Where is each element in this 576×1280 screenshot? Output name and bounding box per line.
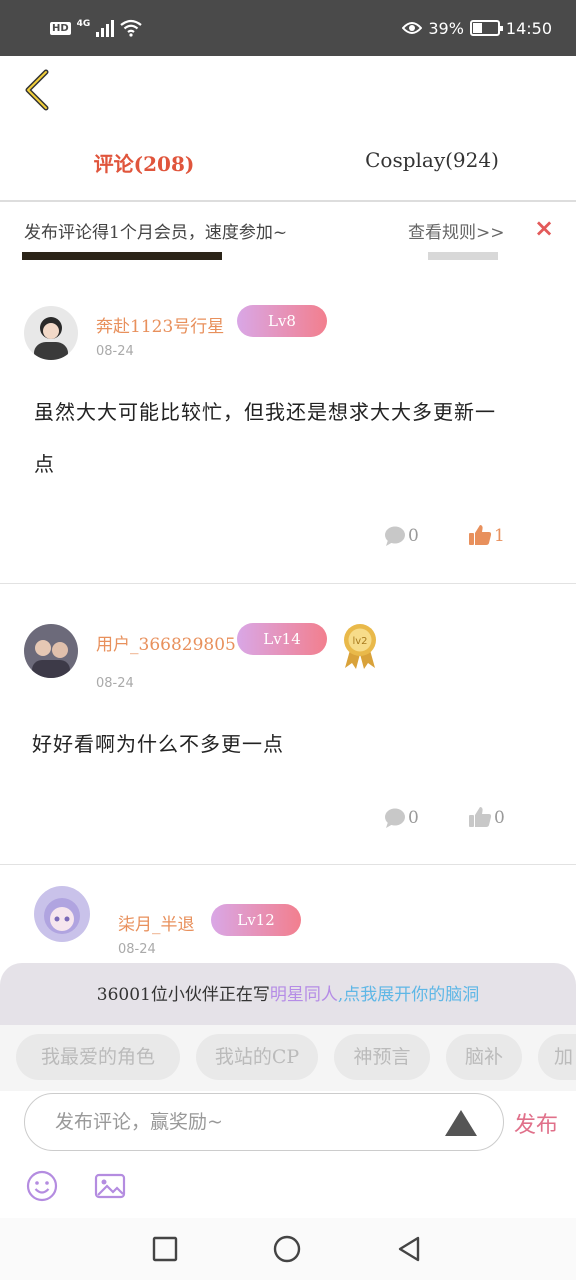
recents-square-icon[interactable] <box>150 1234 180 1264</box>
reply-count: 0 <box>408 526 419 546</box>
topic-chip[interactable]: 我站的CP <box>196 1034 318 1080</box>
prompt-prefix: 36001位小伙伴正在写 <box>96 985 270 1005</box>
username[interactable]: 柒月_半退 <box>118 910 195 935</box>
emoji-button[interactable] <box>26 1170 58 1202</box>
inspiration-prompt[interactable]: 36001位小伙伴正在写明星同人,点我展开你的脑洞 <box>0 963 576 1025</box>
network-type: 4G <box>76 19 91 29</box>
eye-icon <box>402 22 423 34</box>
comment-bubble-icon <box>385 526 405 546</box>
image-button[interactable] <box>94 1170 126 1202</box>
home-circle-icon[interactable] <box>272 1234 302 1264</box>
clock: 14:50 <box>505 18 552 38</box>
wifi-icon <box>120 19 143 37</box>
topic-chips: 我最爱的角色 我站的CP 神预言 脑补 加 <box>0 1025 576 1091</box>
reply-button[interactable]: 0 <box>384 526 419 546</box>
chevron-left-icon <box>25 69 49 111</box>
medal-label: lv2 <box>352 636 367 647</box>
like-button[interactable]: 1 <box>468 524 505 546</box>
comment-text-line: 点 <box>34 452 55 476</box>
comment-item: 柒月_半退 Lv12 08-24 <box>0 866 576 964</box>
comment-date: 08-24 <box>118 942 156 957</box>
comment-text-line: 虽然大大可能比较忙，但我还是想求大大多更新一 <box>34 400 496 424</box>
comment-item: 奔赴1123号行星 Lv8 08-24 虽然大大可能比较忙，但我还是想求大大多更… <box>0 262 576 584</box>
level-badge: Lv8 <box>237 305 327 337</box>
banner-image-right <box>428 252 498 260</box>
reply-count: 0 <box>408 808 419 828</box>
like-count: 1 <box>494 526 505 546</box>
tab-cosplay[interactable]: Cosplay(924) <box>288 130 576 200</box>
comment-text: 好好看啊为什么不多更一点 <box>32 718 284 770</box>
back-triangle-icon[interactable] <box>394 1234 424 1264</box>
comment-input-box[interactable] <box>24 1093 504 1151</box>
view-rules-link[interactable]: 查看规则>> <box>408 218 505 243</box>
battery-percent: 39% <box>428 18 464 38</box>
thumbs-up-icon <box>469 525 492 545</box>
like-button[interactable]: 0 <box>468 806 505 828</box>
medal-icon: lv2 <box>344 624 376 669</box>
notice-banner: 发布评论得1个月会员，速度参加~ 查看规则>> × <box>0 204 576 260</box>
battery-icon <box>469 20 503 36</box>
username[interactable]: 用户_366829805 <box>96 630 236 655</box>
avatar[interactable] <box>24 306 78 360</box>
comment-date: 08-24 <box>96 344 134 359</box>
signal-icon <box>96 19 115 37</box>
topic-chip[interactable]: 我最爱的角色 <box>16 1034 180 1080</box>
avatar[interactable] <box>24 624 78 678</box>
comment-item: 用户_366829805 Lv14 lv2 08-24 好好看啊为什么不多更一点… <box>0 584 576 865</box>
username[interactable]: 奔赴1123号行星 <box>96 312 224 337</box>
compose-panel: 36001位小伙伴正在写明星同人,点我展开你的脑洞 我最爱的角色 我站的CP 神… <box>0 963 576 1218</box>
comment-text-line: 好好看啊为什么不多更一点 <box>32 732 284 756</box>
notice-text: 发布评论得1个月会员，速度参加~ <box>24 223 288 243</box>
close-notice-button[interactable]: × <box>534 214 554 242</box>
status-bar: HD 4G 39% 14:50 <box>0 0 576 56</box>
reply-button[interactable]: 0 <box>384 808 419 828</box>
tab-bar: 评论(208) Cosplay(924) <box>0 130 576 202</box>
thumbs-up-icon <box>469 807 492 827</box>
comment-date: 08-24 <box>96 676 134 691</box>
tab-comments[interactable]: 评论(208) <box>0 130 288 200</box>
comment-text: 虽然大大可能比较忙，但我还是想求大大多更新一 点 <box>34 386 496 490</box>
expand-triangle-icon[interactable] <box>443 1108 479 1138</box>
avatar[interactable] <box>34 886 90 942</box>
system-nav-bar <box>0 1218 576 1280</box>
comment-input[interactable] <box>55 1102 435 1142</box>
banner-image <box>22 252 222 260</box>
back-button[interactable] <box>20 68 60 112</box>
prompt-topic: 明星同人 <box>269 985 338 1005</box>
level-badge: Lv12 <box>211 904 301 936</box>
topic-chip[interactable]: 加 <box>538 1034 576 1080</box>
topic-chip[interactable]: 神预言 <box>334 1034 430 1080</box>
comment-bubble-icon <box>385 808 405 828</box>
publish-button[interactable]: 发布 <box>514 1107 558 1139</box>
image-icon <box>94 1173 126 1199</box>
topic-chip[interactable]: 脑补 <box>446 1034 522 1080</box>
hd-indicator: HD <box>50 21 71 35</box>
like-count: 0 <box>494 808 505 828</box>
smiley-icon <box>26 1170 58 1202</box>
prompt-cta: ,点我展开你的脑洞 <box>337 985 480 1005</box>
level-badge: Lv14 <box>237 623 327 655</box>
award-medal: lv2 <box>342 622 378 670</box>
